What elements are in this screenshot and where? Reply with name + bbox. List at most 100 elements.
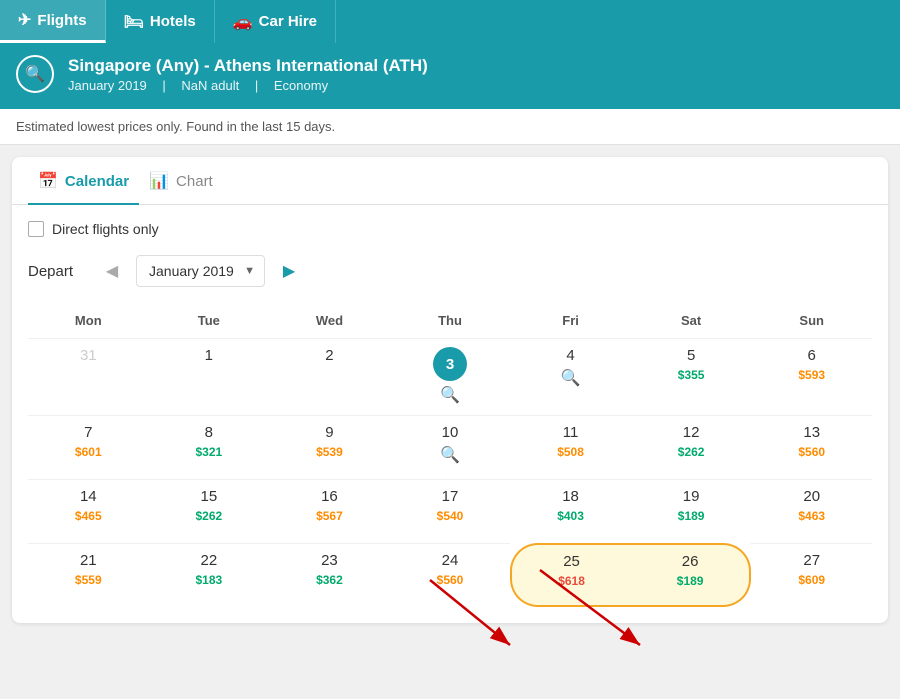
depart-row: Depart ◀ January 2019 ▶ [28,255,872,287]
cal-price: $567 [273,509,386,523]
weekday-header-thu: Thu [390,307,511,334]
cal-day-number: 11 [514,424,627,441]
cal-day-number: 22 [153,552,266,569]
nav-tab-flights[interactable]: ✈Flights [0,0,106,43]
cal-day-number: 5 [635,347,748,364]
cal-cell-1[interactable]: 1 [149,338,270,415]
cal-cell-12[interactable]: 12 $262 [631,415,752,479]
weekday-header-sun: Sun [751,307,872,334]
cal-cell-6[interactable]: 6 $593 [751,338,872,415]
cal-price: $618 [516,574,627,588]
cal-day-number: 16 [273,488,386,505]
depart-label: Depart [28,263,88,280]
cal-day-number: 18 [514,488,627,505]
month-selector-wrap: January 2019 [136,255,265,287]
search-route: Singapore (Any) - Athens International (… [68,56,428,76]
cal-cell-27[interactable]: 27$609 [751,543,872,607]
cal-search-icon[interactable]: 🔍 [394,385,507,405]
view-tab-calendar[interactable]: 📅 Calendar [28,157,139,205]
meta-sep1: | [162,78,165,93]
month-selector[interactable]: January 2019 [136,255,265,287]
cal-cell-24[interactable]: 24$560 [390,543,511,607]
cal-cell-14[interactable]: 14$465 [28,479,149,543]
nav-tab-label: Hotels [150,13,196,30]
nav-tab-hotels[interactable]: 🛏 Hotels [106,0,215,43]
cal-cell-18[interactable]: 18 $403 [510,479,631,543]
cal-cell-5[interactable]: 5$355 [631,338,752,415]
cal-day-number: 9 [273,424,386,441]
cal-cell-11[interactable]: 11$508 [510,415,631,479]
cal-price: $362 [273,573,386,587]
cal-cell-22[interactable]: 22$183 [149,543,270,607]
cal-cell-21[interactable]: 21$559 [28,543,149,607]
view-tab-chart[interactable]: 📊 Chart [139,157,223,205]
chart-tab-icon: 📊 [149,171,169,191]
cal-day-number: 23 [273,552,386,569]
calendar-tab-icon: 📅 [38,171,58,191]
cal-cell-20[interactable]: 20$463 [751,479,872,543]
cal-cell-8[interactable]: 8 $321 [149,415,270,479]
cal-search-icon[interactable]: 🔍 [514,368,627,388]
cal-day-number: 10 [394,424,507,441]
main-card: 📅 Calendar 📊 Chart Direct flights only Depa… [12,157,888,623]
cal-day-number: 1 [153,347,266,364]
calendar-tab-label: Calendar [65,173,129,190]
notice-text: Estimated lowest prices only. Found in t… [0,109,900,145]
cal-price: $189 [635,574,746,588]
cal-price: $609 [755,573,868,587]
cal-cell-10[interactable]: 10 🔍 [390,415,511,479]
cal-cell-3[interactable]: 3🔍 [390,338,511,415]
nav-tab-label: Flights [37,12,86,29]
cal-price: $262 [635,445,748,459]
weekday-header-wed: Wed [269,307,390,334]
calendar-header: MonTueWedThuFriSatSun [28,307,872,334]
cal-search-icon[interactable]: 🔍 [394,445,507,465]
cal-day-number: 19 [635,488,748,505]
meta-sep2: | [255,78,258,93]
cal-cell-25[interactable]: 25$618 [510,543,631,607]
cal-cell-31[interactable]: 31 [28,338,149,415]
next-month-button[interactable]: ▶ [275,257,303,285]
direct-flights-row: Direct flights only [28,221,872,237]
search-date: January 2019 [68,78,147,93]
cal-price: $601 [32,445,145,459]
cal-cell-13[interactable]: 13$560 [751,415,872,479]
cal-cell-9[interactable]: 9 $539 [269,415,390,479]
direct-flights-checkbox[interactable] [28,221,44,237]
cal-cell-19[interactable]: 19$189 [631,479,752,543]
hotels-icon: 🛏 [124,12,144,32]
cal-price: $465 [32,509,145,523]
cal-cell-23[interactable]: 23 $362 [269,543,390,607]
cal-price: $593 [755,368,868,382]
cal-day-number: 17 [394,488,507,505]
cal-cell-26[interactable]: 26$189 [631,543,752,607]
chart-tab-label: Chart [176,173,213,190]
cal-price: $560 [755,445,868,459]
cal-cell-2[interactable]: 2 [269,338,390,415]
cal-cell-17[interactable]: 17$540 [390,479,511,543]
cal-cell-7[interactable]: 7$601 [28,415,149,479]
cal-day-number: 4 [514,347,627,364]
search-icon[interactable]: 🔍 [16,55,54,93]
prev-month-button[interactable]: ◀ [98,257,126,285]
cal-day-number: 12 [635,424,748,441]
direct-flights-label: Direct flights only [52,221,159,237]
cal-day-number: 24 [394,552,507,569]
search-passengers: NaN adult [181,78,239,93]
nav-tab-car-hire[interactable]: 🚗Car Hire [215,0,336,43]
cal-price: $539 [273,445,386,459]
calendar-section: Direct flights only Depart ◀ January 201… [12,205,888,623]
cal-cell-4[interactable]: 4🔍 [510,338,631,415]
cal-day-number-today: 3 [433,347,467,381]
cal-price: $321 [153,445,266,459]
cal-day-number: 8 [153,424,266,441]
cal-cell-16[interactable]: 16 $567 [269,479,390,543]
cal-day-number: 6 [755,347,868,364]
cal-price: $403 [514,509,627,523]
cal-price: $559 [32,573,145,587]
view-tabs: 📅 Calendar 📊 Chart [12,157,888,205]
calendar-grid: MonTueWedThuFriSatSun 31123🔍4🔍5$3556$593… [28,307,872,607]
cal-cell-15[interactable]: 15$262 [149,479,270,543]
search-class: Economy [274,78,328,93]
search-meta: January 2019 | NaN adult | Economy [68,78,428,93]
